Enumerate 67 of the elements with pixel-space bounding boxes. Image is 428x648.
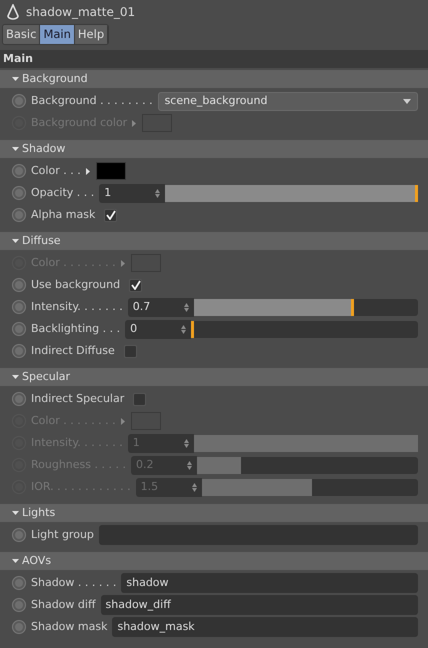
animation-radio-icon[interactable] xyxy=(12,186,26,200)
dropdown-caret-icon xyxy=(403,98,411,104)
section-header[interactable]: Shadow xyxy=(0,140,428,158)
animation-radio-icon[interactable] xyxy=(12,322,26,336)
animation-radio-icon[interactable] xyxy=(12,164,26,178)
collapse-arrow-icon xyxy=(12,375,19,379)
section-header[interactable]: Specular xyxy=(0,368,428,386)
animation-radio-icon[interactable] xyxy=(12,344,26,358)
animation-radio-icon[interactable] xyxy=(12,392,26,406)
collapse-arrow-icon xyxy=(12,77,19,81)
window-title: shadow_matte_01 xyxy=(26,4,136,21)
panel-header: Main xyxy=(0,50,428,68)
slider-handle[interactable] xyxy=(350,298,354,316)
animation-radio-icon[interactable] xyxy=(12,576,26,590)
number-field[interactable]: 1 xyxy=(99,184,166,202)
property-label: Backlighting . . . xyxy=(31,320,120,337)
section-header[interactable]: Background xyxy=(0,70,428,88)
slider-handle[interactable] xyxy=(191,320,194,338)
checkbox[interactable] xyxy=(124,344,137,358)
check-icon xyxy=(130,280,141,290)
checkbox[interactable] xyxy=(104,208,118,222)
checkbox[interactable] xyxy=(133,392,146,406)
property-label: Use background xyxy=(31,276,120,293)
property-label: Indirect Diffuse xyxy=(31,342,115,359)
property-label: Alpha mask xyxy=(31,206,96,223)
expand-arrow-icon[interactable] xyxy=(86,168,90,174)
spinner-icon[interactable] xyxy=(181,324,186,334)
check-icon xyxy=(106,210,116,220)
animation-radio-icon[interactable] xyxy=(12,208,26,222)
collapse-arrow-icon xyxy=(12,239,19,243)
tab[interactable]: Main xyxy=(40,25,75,44)
section-header[interactable]: Diffuse xyxy=(0,232,428,250)
property-label: Intensity. . . . . . . xyxy=(31,298,123,315)
animation-radio-icon[interactable] xyxy=(12,528,26,542)
cone-logo-icon xyxy=(6,4,20,20)
section-header[interactable]: AOVs xyxy=(0,552,428,570)
property-label: Opacity . . . xyxy=(31,184,94,201)
collapse-arrow-icon xyxy=(12,511,19,515)
text-field[interactable]: shadow_diff xyxy=(100,595,418,615)
slider-handle[interactable] xyxy=(415,184,418,202)
animation-radio-icon[interactable] xyxy=(12,598,26,612)
text-field[interactable]: shadow xyxy=(121,573,418,593)
tab[interactable]: Basic xyxy=(3,25,40,44)
property-label: Background . . . . . . . . xyxy=(31,92,153,109)
text-field[interactable] xyxy=(98,525,418,545)
collapse-arrow-icon xyxy=(12,147,19,151)
number-field[interactable]: 0.7 xyxy=(128,298,194,316)
animation-radio-icon[interactable] xyxy=(12,278,26,292)
property-label: Indirect Specular xyxy=(31,390,124,407)
collapse-arrow-icon xyxy=(12,559,19,563)
spinner-icon[interactable] xyxy=(155,188,160,198)
property-label: Light group xyxy=(31,526,94,543)
animation-radio-icon[interactable] xyxy=(12,94,26,108)
property-label: Shadow diff xyxy=(31,596,96,613)
tab[interactable]: Help xyxy=(74,25,108,44)
animation-radio-icon[interactable] xyxy=(12,300,26,314)
property-label: Shadow . . . . . . xyxy=(31,574,116,591)
checkbox[interactable] xyxy=(129,278,142,292)
color-swatch[interactable] xyxy=(96,162,126,180)
number-field[interactable]: 0 xyxy=(125,320,192,338)
animation-radio-icon[interactable] xyxy=(12,620,26,634)
property-label: Color . . . xyxy=(31,162,81,179)
background-dropdown[interactable]: scene_background xyxy=(158,92,418,110)
text-field[interactable]: shadow_mask xyxy=(112,617,418,637)
section-header[interactable]: Lights xyxy=(0,504,428,522)
property-label: Shadow mask xyxy=(31,618,108,635)
spinner-icon[interactable] xyxy=(184,302,189,312)
